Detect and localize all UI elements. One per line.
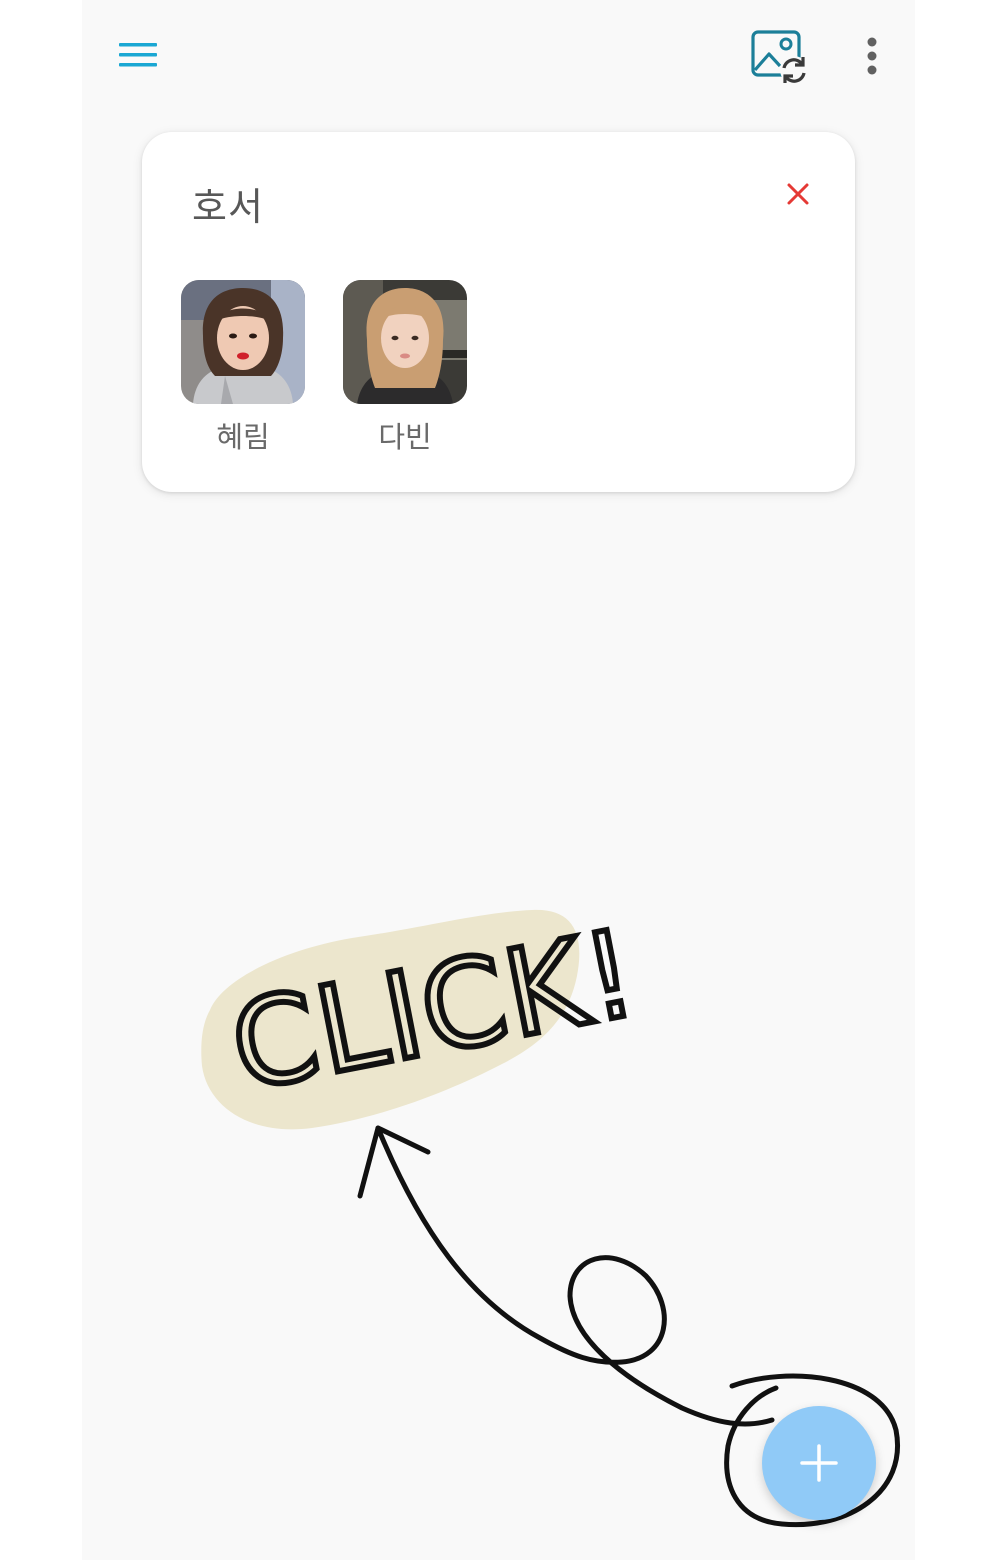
more-options-button[interactable] xyxy=(854,32,890,80)
screen-background: 호서 혜림 다빈 CLICK! xyxy=(0,0,990,1560)
member-avatar-photo xyxy=(343,280,467,404)
group-card: 호서 혜림 다빈 xyxy=(142,132,855,492)
member-name: 다빈 xyxy=(378,420,432,454)
hamburger-menu-icon xyxy=(119,43,157,67)
member-avatar-photo xyxy=(181,280,305,404)
highlight-blob xyxy=(201,909,580,1130)
group-title: 호서 xyxy=(192,185,264,229)
member-item-2[interactable]: 다빈 xyxy=(343,280,467,456)
menu-button[interactable] xyxy=(116,36,160,74)
arrow-head xyxy=(357,1125,431,1199)
member-item-1[interactable]: 혜림 xyxy=(181,280,305,456)
image-sync-icon xyxy=(751,30,808,84)
loop-arrow-line xyxy=(375,1125,775,1427)
click-hint-text: CLICK! xyxy=(221,904,649,1118)
close-group-button[interactable] xyxy=(780,176,816,212)
close-x-icon xyxy=(787,183,809,205)
member-name: 혜림 xyxy=(216,420,270,454)
plus-icon xyxy=(800,1444,838,1482)
add-fab-button[interactable] xyxy=(762,1406,876,1520)
app-screen: 호서 혜림 다빈 CLICK! xyxy=(82,0,915,1560)
vertical-ellipsis-icon xyxy=(867,37,877,75)
gallery-sync-button[interactable] xyxy=(748,26,812,86)
